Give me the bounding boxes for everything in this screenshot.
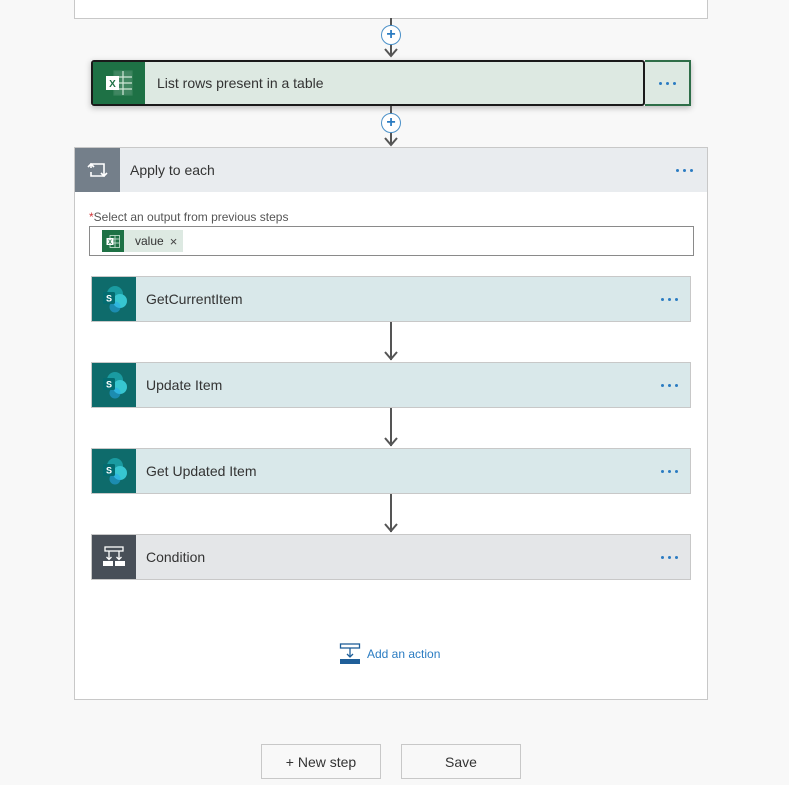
action-card-update-item[interactable]: S Update Item: [91, 362, 691, 408]
action-title: GetCurrentItem: [146, 291, 243, 307]
step-card-list-rows[interactable]: X List rows present in a table: [91, 60, 691, 106]
sharepoint-icon: S: [92, 449, 136, 493]
flow-designer-canvas: + X List rows present in a table + Apply…: [0, 0, 789, 785]
new-step-button[interactable]: + New step: [261, 744, 381, 779]
step-card-header[interactable]: X List rows present in a table: [91, 60, 645, 106]
more-options-button[interactable]: [645, 60, 691, 106]
arrow-down-icon: [384, 137, 398, 147]
sharepoint-icon: S: [92, 277, 136, 321]
arrow-down-icon: [384, 437, 398, 447]
svg-text:S: S: [106, 294, 112, 304]
save-button[interactable]: Save: [401, 744, 521, 779]
dynamic-content-token[interactable]: X value ×: [102, 230, 184, 252]
action-card-get-current-item[interactable]: S GetCurrentItem: [91, 276, 691, 322]
apply-to-each-card: Apply to each *Select an output from pre…: [74, 147, 708, 700]
excel-icon: X: [102, 230, 124, 252]
action-title: Condition: [146, 549, 206, 565]
apply-to-each-header[interactable]: Apply to each: [75, 148, 707, 192]
previous-step-card[interactable]: [74, 0, 708, 19]
ellipsis-icon[interactable]: [661, 469, 690, 473]
svg-text:S: S: [106, 380, 112, 390]
apply-to-each-title: Apply to each: [130, 162, 215, 178]
action-title: Update Item: [146, 377, 223, 393]
add-action-button[interactable]: Add an action: [339, 643, 440, 665]
action-card-condition[interactable]: Condition: [91, 534, 691, 580]
output-field-input[interactable]: X value ×: [89, 226, 694, 256]
ellipsis-icon[interactable]: [658, 81, 676, 85]
arrow-down-icon: [384, 351, 398, 361]
add-action-label: Add an action: [367, 647, 441, 661]
svg-text:X: X: [109, 79, 116, 90]
arrow-down-icon: [384, 48, 398, 58]
svg-text:X: X: [108, 239, 112, 245]
condition-icon: [92, 535, 136, 579]
remove-token-icon[interactable]: ×: [170, 234, 184, 249]
output-field-label: *Select an output from previous steps: [89, 210, 288, 224]
insert-step-button[interactable]: +: [381, 113, 401, 133]
loop-icon: [75, 148, 120, 192]
action-card-get-updated-item[interactable]: S Get Updated Item: [91, 448, 691, 494]
svg-text:S: S: [106, 466, 112, 476]
output-field-label-text: Select an output from previous steps: [93, 210, 289, 224]
ellipsis-icon[interactable]: [676, 168, 707, 172]
action-title: Get Updated Item: [146, 463, 257, 479]
sharepoint-icon: S: [92, 363, 136, 407]
add-action-icon: [339, 643, 361, 664]
ellipsis-icon[interactable]: [661, 555, 690, 559]
token-label: value: [135, 234, 164, 248]
step-title: List rows present in a table: [157, 75, 324, 91]
ellipsis-icon[interactable]: [661, 383, 690, 387]
excel-icon: X: [93, 62, 145, 104]
insert-step-button[interactable]: +: [381, 25, 401, 45]
ellipsis-icon[interactable]: [661, 297, 690, 301]
arrow-down-icon: [384, 523, 398, 533]
